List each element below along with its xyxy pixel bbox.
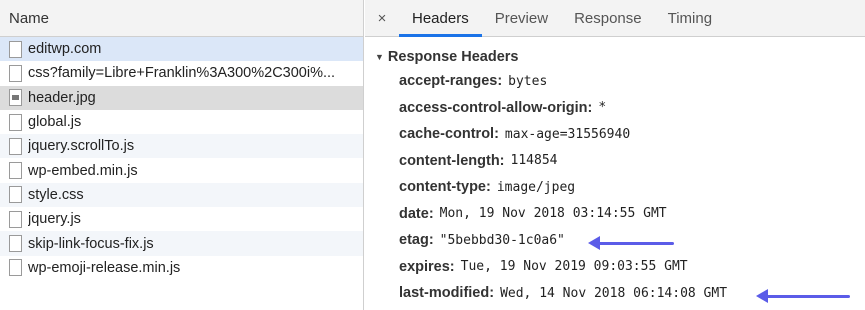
- header-value: max-age=31556940: [504, 126, 631, 142]
- last-modified-arrow-icon: [756, 289, 850, 303]
- header-key: content-type:: [399, 179, 491, 196]
- close-icon[interactable]: ×: [365, 0, 399, 36]
- file-row-wp-embed[interactable]: wp-embed.min.js: [0, 158, 363, 182]
- header-key: etag:: [399, 232, 434, 249]
- header-value: "5bebbd30-1c0a6": [439, 232, 565, 248]
- file-row-wp-emoji[interactable]: wp-emoji-release.min.js: [0, 256, 363, 280]
- tab-response[interactable]: Response: [561, 0, 655, 36]
- header-key: content-length:: [399, 152, 505, 169]
- image-icon: [9, 89, 22, 107]
- arrow-line: [596, 242, 674, 245]
- tab-label: Preview: [494, 9, 549, 27]
- etag-arrow-icon: [588, 236, 674, 250]
- file-name: global.js: [28, 114, 82, 131]
- document-icon: [9, 235, 22, 253]
- request-details-panel: × Headers Preview Response Timing ▼ Resp…: [365, 0, 865, 310]
- header-line: expires: Tue, 19 Nov 2019 09:03:55 GMT: [399, 254, 865, 281]
- document-icon: [9, 162, 22, 180]
- header-line: cache-control: max-age=31556940: [399, 121, 865, 148]
- file-name: jquery.js: [28, 211, 81, 228]
- header-line: content-type: image/jpeg: [399, 174, 865, 201]
- name-column-header[interactable]: Name: [0, 0, 363, 37]
- document-icon: [9, 113, 22, 131]
- header-key: accept-ranges:: [399, 73, 503, 90]
- file-row-css-family[interactable]: css?family=Libre+Franklin%3A300%2C300i%.…: [0, 61, 363, 85]
- document-icon: [9, 186, 22, 204]
- header-line: access-control-allow-origin: *: [399, 95, 865, 122]
- header-value: 114854: [510, 153, 558, 169]
- section-title: Response Headers: [387, 49, 519, 65]
- header-value: image/jpeg: [496, 179, 576, 195]
- file-row-global-js[interactable]: global.js: [0, 110, 363, 134]
- header-value: bytes: [508, 73, 548, 89]
- tab-label: Timing: [667, 9, 713, 27]
- details-tab-bar: × Headers Preview Response Timing: [365, 0, 865, 37]
- header-line: date: Mon, 19 Nov 2018 03:14:55 GMT: [399, 201, 865, 228]
- tab-label: Headers: [412, 9, 469, 27]
- document-icon: [9, 210, 22, 228]
- response-headers-toggle[interactable]: ▼ Response Headers: [375, 46, 865, 68]
- file-name: header.jpg: [28, 89, 96, 106]
- header-value: *: [598, 100, 607, 116]
- file-name: style.css: [28, 186, 84, 203]
- file-row-style-css[interactable]: style.css: [0, 182, 363, 208]
- file-row-header-jpg[interactable]: header.jpg: [0, 85, 363, 110]
- document-icon: [9, 259, 22, 277]
- header-key: access-control-allow-origin:: [399, 99, 593, 116]
- document-icon: [9, 64, 22, 82]
- document-icon: [9, 137, 22, 155]
- file-name: wp-emoji-release.min.js: [28, 259, 181, 276]
- file-row-jquery-scrollto[interactable]: jquery.scrollTo.js: [0, 134, 363, 159]
- file-name: css?family=Libre+Franklin%3A300%2C300i%.…: [28, 65, 336, 82]
- header-key: date:: [399, 205, 434, 222]
- header-line: accept-ranges: bytes: [399, 68, 865, 95]
- document-icon: [9, 40, 22, 58]
- header-key: expires:: [399, 258, 455, 275]
- file-name: editwp.com: [28, 41, 102, 58]
- file-list: editwp.com css?family=Libre+Franklin%3A3…: [0, 37, 363, 280]
- header-value: Wed, 14 Nov 2018 06:14:08 GMT: [500, 285, 728, 301]
- arrow-line: [764, 295, 850, 298]
- tab-headers[interactable]: Headers: [399, 0, 482, 37]
- file-name: wp-embed.min.js: [28, 162, 138, 179]
- name-column-label: Name: [9, 9, 50, 27]
- file-row-editwp[interactable]: editwp.com: [0, 37, 363, 62]
- tab-preview[interactable]: Preview: [482, 0, 561, 36]
- tab-label: Response: [574, 9, 642, 27]
- header-value: Tue, 19 Nov 2019 09:03:55 GMT: [460, 259, 688, 275]
- header-key: cache-control:: [399, 126, 499, 143]
- file-name: skip-link-focus-fix.js: [28, 235, 154, 252]
- file-name: jquery.scrollTo.js: [28, 138, 135, 155]
- network-file-list: Name editwp.com css?family=Libre+Frankli…: [0, 0, 364, 310]
- triangle-down-icon: ▼: [375, 52, 384, 62]
- file-row-skip-link[interactable]: skip-link-focus-fix.js: [0, 231, 363, 256]
- file-row-jquery-js[interactable]: jquery.js: [0, 207, 363, 231]
- header-line: content-length: 114854: [399, 148, 865, 175]
- tab-timing[interactable]: Timing: [655, 0, 725, 36]
- response-headers-list: accept-ranges: bytes access-control-allo…: [399, 68, 865, 307]
- header-key: last-modified:: [399, 285, 495, 302]
- header-value: Mon, 19 Nov 2018 03:14:55 GMT: [439, 206, 667, 222]
